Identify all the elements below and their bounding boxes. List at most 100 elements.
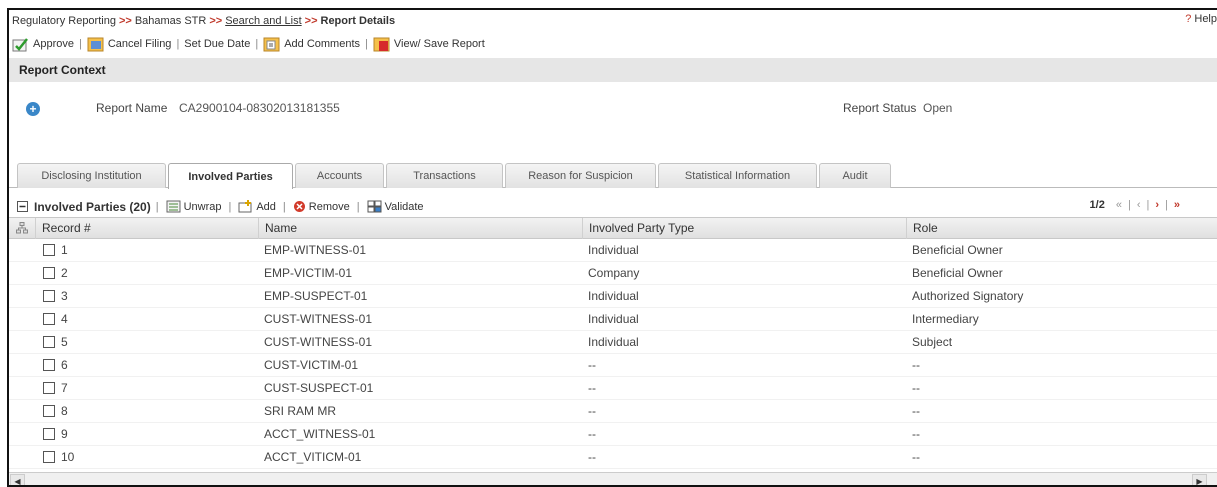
table-row[interactable]: 1 EMP-WITNESS-01 Individual Beneficial Owne…	[9, 239, 1217, 262]
row-checkbox[interactable]	[43, 451, 55, 463]
toolbar-divider: |	[155, 200, 159, 213]
tab-reason-for-suspicion[interactable]: Reason for Suspicion	[505, 163, 656, 188]
tab-accounts[interactable]: Accounts	[295, 163, 384, 188]
next-page-icon[interactable]: ›	[1155, 199, 1159, 211]
view-save-report-button[interactable]: View/ Save Report	[373, 37, 485, 52]
table-row[interactable]: 2 EMP-VICTIM-01 Company Beneficial Owner	[9, 262, 1217, 285]
horizontal-scrollbar[interactable]: ◀ ▶	[9, 472, 1217, 485]
row-checkbox[interactable]	[43, 428, 55, 440]
pager-divider: |	[1127, 199, 1131, 211]
cell-party-type: --	[588, 358, 596, 372]
tab-statistical-information[interactable]: Statistical Information	[658, 163, 817, 188]
previous-page-icon[interactable]: ‹	[1137, 199, 1141, 211]
hierarchy-icon[interactable]	[9, 218, 35, 239]
table-row[interactable]: 4 CUST-WITNESS-01 Individual Intermediary	[9, 308, 1217, 331]
involved-parties-table: Record # Name Involved Party Type Role 1…	[9, 217, 1217, 469]
cell-record: 1	[61, 243, 68, 257]
row-checkbox[interactable]	[43, 359, 55, 371]
breadcrumb-separator: >>	[209, 15, 223, 27]
breadcrumb-separator: >>	[304, 15, 318, 27]
column-header-name[interactable]: Name	[258, 218, 582, 239]
cell-name: ACCT_WITNESS-01	[264, 427, 376, 441]
breadcrumb: Regulatory Reporting >> Bahamas STR >> S…	[9, 10, 1217, 32]
table-row[interactable]: 9 ACCT_WITNESS-01 -- --	[9, 423, 1217, 446]
remove-button[interactable]: Remove	[293, 200, 350, 213]
set-due-date-button[interactable]: Set Due Date	[184, 38, 250, 50]
toolbar-divider: |	[356, 200, 360, 213]
scroll-right-icon[interactable]: ▶	[1192, 474, 1207, 485]
add-icon	[238, 200, 252, 213]
cancel-filing-button[interactable]: Cancel Filing	[87, 37, 172, 52]
row-checkbox[interactable]	[43, 405, 55, 417]
help-link[interactable]: ? Help	[1185, 13, 1217, 25]
remove-icon	[293, 201, 305, 212]
table-row[interactable]: 8 SRI RAM MR -- --	[9, 400, 1217, 423]
cell-record: 6	[61, 358, 68, 372]
unwrap-button[interactable]: Unwrap	[166, 200, 221, 213]
report-status-value: Open	[923, 101, 953, 115]
validate-button[interactable]: Validate	[367, 200, 424, 213]
row-checkbox[interactable]	[43, 382, 55, 394]
table-row[interactable]: 6 CUST-VICTIM-01 -- --	[9, 354, 1217, 377]
add-label: Add	[256, 200, 276, 213]
cell-record: 2	[61, 266, 68, 280]
tab-transactions[interactable]: Transactions	[386, 163, 503, 188]
tab-involved-parties[interactable]: Involved Parties	[168, 163, 293, 189]
report-name-label: Report Name	[96, 101, 168, 115]
scroll-left-icon[interactable]: ◀	[10, 474, 25, 485]
table-body: 1 EMP-WITNESS-01 Individual Beneficial Owne…	[9, 239, 1217, 469]
breadcrumb-bahamas-str[interactable]: Bahamas STR	[135, 15, 207, 27]
cell-party-type: Individual	[588, 335, 639, 349]
report-name-value: CA2900104-08302013181355	[179, 101, 340, 115]
approve-button[interactable]: Approve	[12, 37, 74, 52]
column-header-role[interactable]: Role	[906, 218, 1217, 239]
tab-disclosing-institution[interactable]: Disclosing Institution	[17, 163, 166, 188]
first-page-icon[interactable]: «	[1116, 199, 1122, 211]
table-row[interactable]: 7 CUST-SUSPECT-01 -- --	[9, 377, 1217, 400]
cell-name: SRI RAM MR	[264, 404, 336, 418]
cell-role: --	[912, 358, 920, 372]
collapse-grid-icon[interactable]	[17, 201, 28, 212]
grid-toolbar: Involved Parties (20) | Unwrap | Add | R…	[9, 197, 1217, 216]
cell-party-type: --	[588, 450, 596, 464]
page-indicator: 1/2	[1089, 199, 1105, 211]
cancel-filing-label: Cancel Filing	[107, 38, 172, 50]
cell-party-type: Individual	[588, 289, 639, 303]
row-checkbox[interactable]	[43, 267, 55, 279]
last-page-icon[interactable]: »	[1174, 199, 1180, 211]
report-status-label: Report Status	[843, 101, 917, 115]
table-row[interactable]: 3 EMP-SUSPECT-01 Individual Authorized Sign…	[9, 285, 1217, 308]
report-context-header: Report Context	[9, 58, 1217, 82]
table-header: Record # Name Involved Party Type Role	[9, 217, 1217, 239]
report-context-title: Report Context	[19, 63, 106, 77]
cell-party-type: --	[588, 427, 596, 441]
add-button[interactable]: Add	[238, 200, 276, 213]
add-comments-button[interactable]: Add Comments	[263, 37, 360, 52]
column-header-party-type[interactable]: Involved Party Type	[582, 218, 906, 239]
approve-icon	[12, 37, 29, 52]
breadcrumb-regulatory-reporting[interactable]: Regulatory Reporting	[12, 15, 116, 27]
cancel-filing-icon	[87, 37, 104, 52]
tab-audit[interactable]: Audit	[819, 163, 891, 188]
validate-label: Validate	[384, 200, 424, 213]
cell-role: --	[912, 427, 920, 441]
breadcrumb-search-and-list[interactable]: Search and List	[225, 15, 301, 27]
expand-icon[interactable]: +	[26, 102, 40, 116]
column-header-record[interactable]: Record #	[35, 218, 258, 239]
cell-role: Authorized Signatory	[912, 289, 1024, 303]
table-row[interactable]: 10 ACCT_VITICM-01 -- --	[9, 446, 1217, 469]
table-row[interactable]: 5 CUST-WITNESS-01 Individual Subject	[9, 331, 1217, 354]
validate-icon	[367, 200, 382, 213]
row-checkbox[interactable]	[43, 336, 55, 348]
report-context-panel: + Report Name CA2900104-08302013181355 R…	[9, 82, 1217, 140]
cell-role: Intermediary	[912, 312, 979, 326]
row-checkbox[interactable]	[43, 244, 55, 256]
cell-name: CUST-VICTIM-01	[264, 358, 359, 372]
help-icon: ?	[1185, 13, 1192, 25]
remove-label: Remove	[308, 200, 350, 213]
cell-record: 4	[61, 312, 68, 326]
row-checkbox[interactable]	[43, 290, 55, 302]
cell-name: CUST-SUSPECT-01	[264, 381, 374, 395]
row-checkbox[interactable]	[43, 313, 55, 325]
add-comments-icon	[263, 37, 280, 52]
